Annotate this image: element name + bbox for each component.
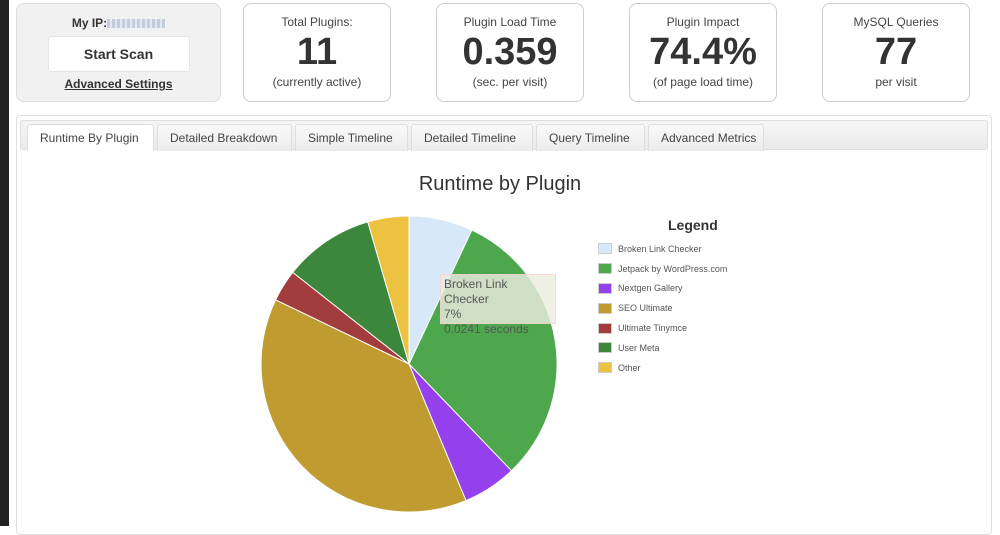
legend-swatch [598,282,612,294]
legend-label: Nextgen Gallery [618,283,683,294]
legend-label: SEO Ultimate [618,303,673,314]
slice-tooltip: Broken Link Checker 7% 0.0241 seconds [440,274,556,336]
legend-item: Other [598,358,727,378]
legend-item: User Meta [598,338,727,358]
legend-label: User Meta [618,342,660,353]
legend-item: Ultimate Tinymce [598,318,727,338]
tooltip-percent: 7% [444,307,462,321]
legend-label: Ultimate Tinymce [618,323,688,334]
legend-label: Broken Link Checker [618,243,702,254]
legend-label: Other [618,362,641,373]
legend-swatch [598,342,612,354]
tooltip-name: Broken Link Checker [444,277,508,306]
legend-swatch [598,263,612,275]
legend-item: SEO Ultimate [598,298,727,318]
legend-item: Broken Link Checker [598,239,727,259]
legend-swatch [598,302,612,314]
legend-swatch [598,243,612,255]
legend-swatch [598,362,612,374]
legend-item: Jetpack by WordPress.com [598,259,727,279]
legend-swatch [598,322,612,334]
legend-label: Jetpack by WordPress.com [618,263,728,274]
legend-title: Legend [668,217,718,233]
legend-item: Nextgen Gallery [598,279,727,299]
tooltip-seconds: 0.0241 seconds [444,322,529,336]
pie-chart [260,215,558,513]
chart-legend: Legend Broken Link Checker Jetpack by Wor… [598,217,727,378]
